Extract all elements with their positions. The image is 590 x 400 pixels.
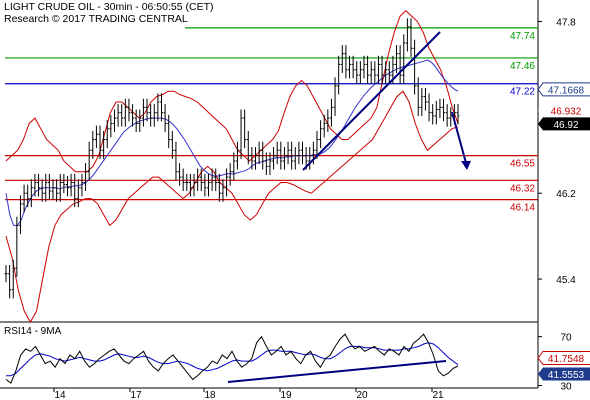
support-label-1: 46.32 <box>510 183 535 194</box>
rsi-tick-label-1: 70 <box>560 333 572 344</box>
rsi-trendline <box>227 360 447 383</box>
rsi-tick-label-0: 30 <box>560 382 572 393</box>
support-label-0: 46.55 <box>510 159 535 170</box>
price-chart: 47.7447.4647.2246.5546.3246.14 45.446.24… <box>0 0 590 400</box>
moving-average <box>5 59 459 226</box>
y-tick-label-2: 47.8 <box>556 17 576 28</box>
x-tick-label-4: 20 <box>356 390 368 400</box>
price-axis-ticks: 45.4 46.2 47.8 <box>538 17 576 286</box>
chart-title: LIGHT CRUDE OIL - 30min - 06:50:55 (CET) <box>4 1 214 13</box>
x-tick-label-3: 19 <box>280 390 292 400</box>
support-label-2: 46.14 <box>510 203 535 214</box>
rsi-upper-badge: 41.7548 <box>548 354 585 365</box>
resistance-label-1: 47.46 <box>510 61 535 72</box>
ma-value-badge: 47.1668 <box>548 85 585 96</box>
forecast-arrow-head <box>461 161 471 170</box>
x-tick-label-0: 14 <box>54 390 66 400</box>
pivot-label-0: 47.22 <box>510 87 535 98</box>
uptrend-line <box>302 31 441 171</box>
x-tick-label-5: 21 <box>432 390 444 400</box>
price-bars <box>4 18 460 299</box>
rsi-lower-badge: 41.5553 <box>548 370 585 381</box>
rsi-label: RSI14 - 9MA <box>4 326 62 337</box>
x-tick-label-1: 17 <box>130 390 142 400</box>
bollinger-upper-line <box>5 10 459 173</box>
moving-average-line <box>5 59 459 226</box>
resistance-label-0: 47.74 <box>510 31 535 42</box>
rsi-ma-line <box>6 342 459 377</box>
bollinger-lower-line <box>5 90 459 324</box>
rsi-indicator: 30 70 <box>5 333 572 393</box>
chart-credit: Research © 2017 TRADING CENTRAL <box>4 13 188 25</box>
x-tick-label-2: 18 <box>204 390 216 400</box>
current-price-badge: 46.92 <box>553 120 578 131</box>
time-axis-ticks: 14 17 18 19 20 21 <box>53 388 444 400</box>
upper-band-value-badge: 46.932 <box>551 107 582 118</box>
y-tick-label-1: 46.2 <box>556 189 576 200</box>
y-tick-label-0: 45.4 <box>556 275 576 286</box>
